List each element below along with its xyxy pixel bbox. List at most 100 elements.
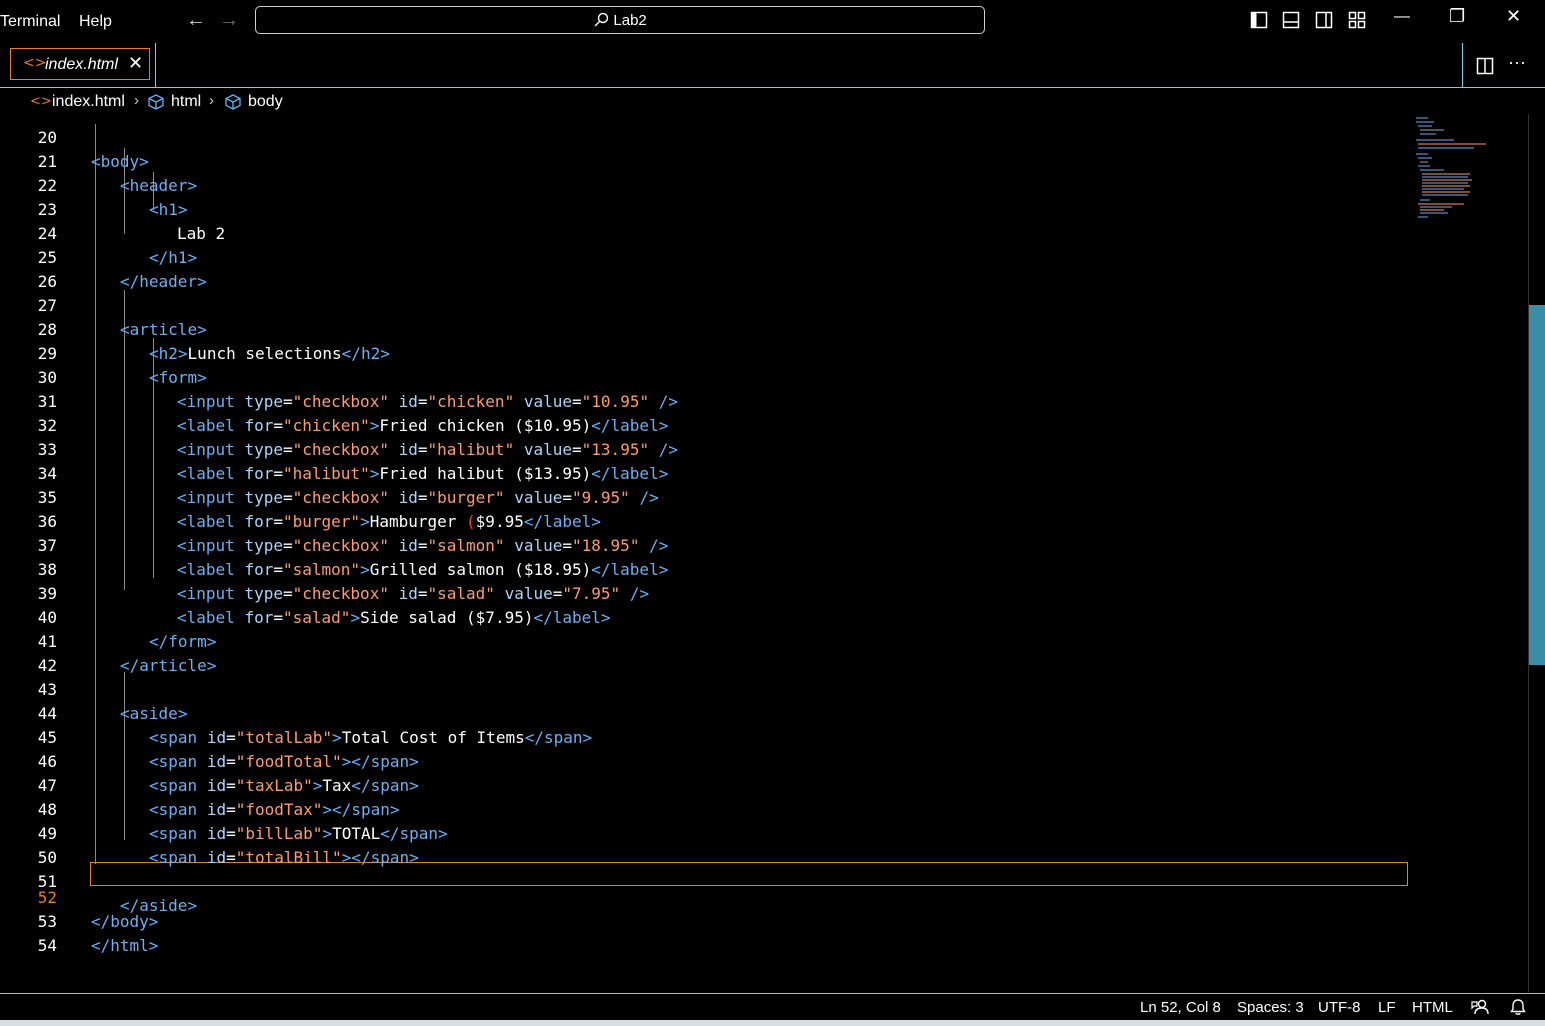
code-text: </h1> (149, 248, 198, 267)
code-text: <input type="checkbox" id="burger" value… (177, 488, 659, 507)
code-line: 23 Lab 2 (5, 174, 225, 243)
code-text: <h1> (149, 200, 188, 219)
code-text: <label for="halibut">Fried halibut ($13.… (177, 464, 669, 483)
back-arrow-icon[interactable]: ← (186, 9, 206, 32)
end-of-line-setting[interactable]: LF (1378, 999, 1396, 1016)
code-line: 21 <header> (5, 126, 197, 195)
code-text: <input type="checkbox" id="salad" value=… (177, 584, 650, 603)
code-text: <header> (120, 176, 198, 195)
language-mode[interactable]: HTML (1412, 999, 1453, 1016)
code-text: <h2>Lunch selections</h2> (149, 344, 390, 363)
code-text: Lab 2 (177, 224, 226, 243)
code-text: <article> (120, 320, 207, 339)
chevron-right-icon: › (209, 92, 214, 109)
code-text: <span id="totalLab">Total Cost of Items<… (149, 728, 593, 747)
code-text: </article> (120, 656, 217, 675)
code-text: <span id="foodTax"></span> (149, 800, 400, 819)
workspace-name: Lab2 (613, 12, 647, 29)
tab-bar: <> index.html ✕ ··· (0, 43, 1545, 88)
close-window-icon[interactable]: ✕ (1506, 6, 1521, 27)
code-line: 31 <label for="chicken">Fried chicken ($… (5, 366, 669, 435)
tab-label: index.html (45, 56, 118, 73)
code-line: 33 <label for="halibut">Fried halibut ($… (5, 414, 669, 483)
code-line: 28 <h2>Lunch selections</h2> (5, 294, 390, 363)
code-line: 47 <span id="foodTax"></span> (5, 750, 400, 819)
toggle-secondary-sidebar-icon[interactable] (1315, 11, 1333, 29)
code-line: 40 </form> (5, 582, 217, 651)
menu-help[interactable]: Help (79, 13, 112, 31)
code-text: </html> (91, 936, 159, 955)
code-line: 49 <span id="totalBill"></span> (5, 798, 419, 867)
code-line: 20 <body> (5, 114, 149, 171)
code-line: 29 <form> (5, 318, 207, 387)
code-text: <body> (91, 152, 149, 171)
code-line: 22 <h1> (5, 150, 188, 219)
feedback-icon[interactable] (1471, 998, 1489, 1016)
forward-arrow-icon[interactable]: → (219, 9, 239, 32)
indent-guide (95, 124, 96, 864)
code-editor[interactable]: 20 <body> 21 <header> 22 <h1> 23 Lab 2 2… (5, 114, 1528, 992)
indent-guide (124, 672, 125, 840)
code-text: <span id="foodTotal"></span> (149, 752, 419, 771)
notifications-bell-icon[interactable] (1509, 998, 1527, 1016)
status-bar: Ln 52, Col 8 Spaces: 3 UTF-8 LF HTML (0, 993, 1545, 1020)
symbol-element-icon (225, 94, 241, 110)
customize-layout-icon[interactable] (1348, 11, 1366, 29)
toggle-panel-icon[interactable] (1282, 11, 1300, 29)
code-text: <span id="taxLab">Tax</span> (149, 776, 419, 795)
html-file-icon: <> (23, 55, 47, 71)
code-line: 32 <input type="checkbox" id="halibut" v… (5, 390, 678, 459)
breadcrumb-file[interactable]: index.html (52, 93, 125, 111)
title-bar: Terminal Help ← → Lab2 — ❐ ✕ (0, 0, 1545, 43)
code-text: <form> (149, 368, 207, 387)
code-text: </form> (149, 632, 217, 651)
code-text: <label for="burger">Hamburger ($9.95</la… (177, 512, 601, 531)
command-center-search[interactable]: Lab2 (255, 6, 985, 34)
code-text: <label for="salad">Side salad ($7.95)</l… (177, 608, 611, 627)
tab-divider (1462, 43, 1463, 87)
cursor-position[interactable]: Ln 52, Col 8 (1140, 999, 1221, 1016)
code-line: 39 <label for="salad">Side salad ($7.95)… (5, 558, 611, 627)
code-line: 45 <span id="foodTotal"></span> (5, 702, 419, 771)
line-number: 54 (37, 936, 57, 955)
minimap[interactable] (1414, 114, 1526, 234)
code-line: 36 <input type="checkbox" id="salmon" va… (5, 486, 669, 555)
code-line: 37 <label for="salmon">Grilled salmon ($… (5, 510, 669, 579)
code-line: 54 (5, 910, 57, 955)
toggle-primary-sidebar-icon[interactable] (1250, 11, 1268, 29)
minimize-icon[interactable]: — (1394, 8, 1410, 26)
code-text: <input type="checkbox" id="chicken" valu… (177, 392, 678, 411)
code-line: 38 <input type="checkbox" id="salad" val… (5, 534, 649, 603)
breadcrumb-html[interactable]: html (171, 93, 201, 111)
code-text: <aside> (120, 704, 188, 723)
code-line: 44 <span id="totalLab">Total Cost of Ite… (5, 678, 592, 747)
breadcrumb-body[interactable]: body (248, 93, 283, 111)
close-tab-icon[interactable]: ✕ (128, 53, 143, 74)
html-file-icon: <> (30, 94, 52, 109)
menu-terminal[interactable]: Terminal (0, 13, 60, 31)
code-line-current: 52 </body> (5, 862, 159, 931)
code-line: 43 <aside> (5, 654, 188, 723)
split-editor-icon[interactable] (1476, 57, 1494, 75)
code-text: </header> (120, 272, 207, 291)
code-text: <label for="salmon">Grilled salmon ($18.… (177, 560, 669, 579)
code-line: 42 (5, 630, 57, 675)
scrollbar-thumb[interactable] (1529, 305, 1545, 665)
code-line: 53 </html> (5, 886, 159, 955)
code-line: 41 </article> (5, 606, 217, 675)
code-line: 30 <input type="checkbox" id="chicken" v… (5, 342, 678, 411)
code-line: 34 <input type="checkbox" id="burger" va… (5, 438, 659, 507)
code-text: <input type="checkbox" id="salmon" value… (177, 536, 669, 555)
restore-icon[interactable]: ❐ (1449, 6, 1465, 27)
code-line: 48 <span id="billLab">TOTAL</span> (5, 774, 448, 843)
code-text: </body> (91, 912, 159, 931)
tab-divider (155, 43, 156, 87)
taskbar-edge (0, 1020, 1545, 1026)
code-text: <input type="checkbox" id="halibut" valu… (177, 440, 678, 459)
code-line: 25 </header> (5, 222, 207, 291)
tab-index-html[interactable]: <> index.html ✕ (10, 48, 150, 80)
code-line: 50 (5, 822, 57, 867)
encoding-setting[interactable]: UTF-8 (1318, 999, 1361, 1016)
indentation-setting[interactable]: Spaces: 3 (1237, 999, 1304, 1016)
more-actions-icon[interactable]: ··· (1508, 52, 1526, 73)
